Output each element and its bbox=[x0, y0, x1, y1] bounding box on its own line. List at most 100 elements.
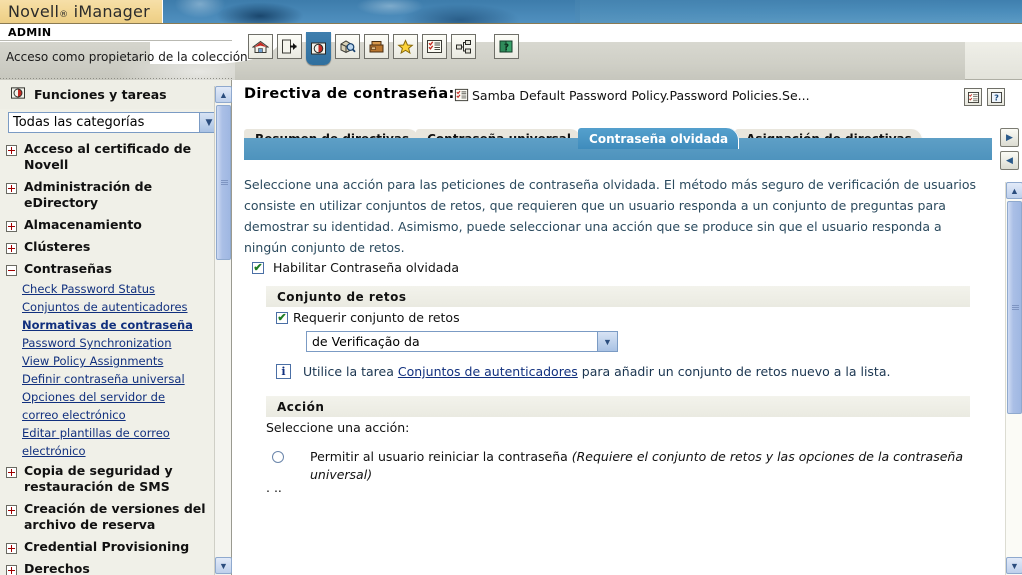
sidebar-link-password-synchronization[interactable]: Password Synchronization bbox=[22, 334, 200, 352]
scroll-thumb-grip bbox=[221, 179, 228, 185]
content-scrollbar[interactable]: ▲ ▼ bbox=[1005, 182, 1022, 575]
section-title: Conjunto de retos bbox=[277, 289, 407, 304]
expand-plus-icon[interactable] bbox=[6, 243, 17, 254]
page-header-tools: ? bbox=[964, 88, 1005, 106]
tree-node-label: Acceso al certificado de Novell bbox=[24, 141, 192, 172]
sidebar-scroll-up-button[interactable]: ▲ bbox=[215, 86, 232, 103]
action-option-main: Permitir al usuario reiniciar la contras… bbox=[310, 449, 572, 464]
action-option-row[interactable]: Permitir al usuario reiniciar la contras… bbox=[272, 448, 972, 484]
sidebar-link-password-policies[interactable]: Normativas de contraseña bbox=[22, 316, 200, 334]
page-title: Directiva de contraseña: bbox=[244, 86, 455, 102]
require-challenge-set-checkbox[interactable]: ✔ bbox=[276, 311, 288, 324]
sidebar-link-check-password-status[interactable]: Check Password Status bbox=[22, 280, 200, 298]
sidebar-scrollbar[interactable]: ▲ ▼ bbox=[214, 86, 232, 575]
content-scroll-up-button[interactable]: ▲ bbox=[1006, 182, 1022, 199]
favorites-star-icon[interactable] bbox=[393, 34, 418, 59]
collection-access-label: Acceso como propietario de la colección bbox=[6, 50, 248, 64]
product-logo-text: Novell® iManager bbox=[8, 2, 150, 21]
section-title: Acción bbox=[277, 399, 325, 414]
expand-plus-icon[interactable] bbox=[6, 183, 17, 194]
tree-node-file-versioning[interactable]: Creación de versiones del archivo de res… bbox=[0, 498, 214, 536]
enable-forgotten-password-checkbox[interactable]: ✔ bbox=[252, 261, 264, 274]
challenge-sets-link[interactable]: Conjuntos de autenticadores bbox=[398, 364, 578, 379]
page-title-row: Directiva de contraseña: Samba Default P… bbox=[232, 80, 1022, 110]
enable-forgotten-password-row[interactable]: ✔ Habilitar Contraseña olvidada bbox=[252, 260, 459, 275]
intro-paragraph: Seleccione una acción para las peticione… bbox=[244, 177, 977, 255]
require-challenge-set-row[interactable]: ✔ Requerir conjunto de retos bbox=[276, 310, 460, 325]
action-option-radio[interactable] bbox=[272, 451, 284, 463]
require-challenge-set-label: Requerir conjunto de retos bbox=[293, 310, 460, 325]
app-banner: Novell® iManager bbox=[0, 0, 1022, 24]
enable-forgotten-password-label: Habilitar Contraseña olvidada bbox=[273, 260, 460, 275]
tab-forgotten-password[interactable]: Contraseña olvidada bbox=[578, 128, 740, 149]
expand-plus-icon[interactable] bbox=[6, 565, 17, 575]
banner-artwork bbox=[160, 0, 580, 24]
expand-plus-icon[interactable] bbox=[6, 221, 17, 232]
sidebar-link-set-universal-password[interactable]: Definir contraseña universal bbox=[22, 370, 200, 388]
content-scroll-down-button[interactable]: ▼ bbox=[1006, 557, 1022, 574]
clipped-next-row: . .. bbox=[266, 490, 966, 502]
help-book-icon[interactable]: ? bbox=[494, 34, 519, 59]
expand-plus-icon[interactable] bbox=[6, 543, 17, 554]
checklist-icon[interactable] bbox=[422, 34, 447, 59]
tree-node-certificate-access[interactable]: Acceso al certificado de Novell bbox=[0, 138, 214, 176]
expand-plus-icon[interactable] bbox=[6, 467, 17, 478]
tree-node-label: Clústeres bbox=[24, 239, 91, 254]
roles-and-tasks-icon[interactable] bbox=[306, 32, 331, 65]
tree-node-edirectory-admin[interactable]: Administración de eDirectory bbox=[0, 176, 214, 214]
brand-name: Novell bbox=[8, 2, 60, 21]
tree-node-label: Administración de eDirectory bbox=[24, 179, 153, 210]
configure-icon[interactable] bbox=[364, 34, 389, 59]
select-action-prompt: Seleccione una acción: bbox=[266, 420, 410, 435]
section-header-action: Acción bbox=[266, 396, 970, 417]
sidebar-link-view-policy-assignments[interactable]: View Policy Assignments bbox=[22, 352, 200, 370]
exit-icon[interactable] bbox=[277, 34, 302, 59]
main-toolbar: ? bbox=[248, 32, 519, 65]
policy-view-icon[interactable] bbox=[964, 88, 982, 106]
home-icon[interactable] bbox=[248, 34, 273, 59]
tree-node-label: Credential Provisioning bbox=[24, 539, 190, 554]
object-view-icon[interactable] bbox=[335, 34, 360, 59]
expand-plus-icon[interactable] bbox=[6, 505, 17, 516]
challenge-set-hint-row: i Utilice la tarea Conjuntos de autentic… bbox=[276, 364, 890, 379]
check-icon: ✔ bbox=[253, 261, 263, 274]
sidebar-header: Funciones y tareas bbox=[0, 80, 231, 109]
tree-node-credential-provisioning[interactable]: Credential Provisioning bbox=[0, 536, 214, 558]
org-chart-icon[interactable] bbox=[451, 34, 476, 59]
tree-node-storage[interactable]: Almacenamiento bbox=[0, 214, 214, 236]
scroll-thumb-grip bbox=[1012, 304, 1019, 310]
action-option-text: Permitir al usuario reiniciar la contras… bbox=[310, 448, 972, 484]
scroll-up-icon: ▲ bbox=[219, 89, 228, 100]
help-question-icon[interactable]: ? bbox=[987, 88, 1005, 106]
collapse-minus-icon[interactable] bbox=[6, 265, 17, 276]
novell-imanager-logo-plate: Novell® iManager bbox=[0, 0, 163, 24]
check-icon: ✔ bbox=[277, 311, 287, 324]
scroll-up-icon: ▲ bbox=[1010, 185, 1019, 196]
chevron-down-icon: ▼ bbox=[597, 332, 617, 351]
category-select[interactable]: Todas las categorías ▼ bbox=[8, 112, 219, 133]
svg-text:?: ? bbox=[994, 92, 999, 102]
main-content-area: Directiva de contraseña: Samba Default P… bbox=[232, 80, 1022, 575]
tree-node-label: Creación de versiones del archivo de res… bbox=[24, 501, 206, 532]
tree-node-passwords[interactable]: Contraseñas bbox=[0, 258, 214, 280]
sidebar-link-email-server-options[interactable]: Opciones del servidor de correo electrón… bbox=[22, 388, 200, 424]
content-scroll-thumb[interactable] bbox=[1007, 201, 1022, 414]
challenge-set-hint-text: Utilice la tarea Conjuntos de autenticad… bbox=[303, 364, 890, 379]
hint-prefix: Utilice la tarea bbox=[303, 364, 398, 379]
page-object-name: Samba Default Password Policy.Password P… bbox=[472, 88, 810, 103]
tree-node-clusters[interactable]: Clústeres bbox=[0, 236, 214, 258]
nav-forward-button[interactable]: ▶ bbox=[1000, 128, 1019, 147]
banner-shade bbox=[575, 0, 1022, 24]
sidebar-link-edit-email-templates[interactable]: Editar plantillas de correo electrónico bbox=[22, 424, 200, 460]
sidebar-link-challenge-sets[interactable]: Conjuntos de autenticadores bbox=[22, 298, 200, 316]
tree-node-rights[interactable]: Derechos bbox=[0, 558, 214, 575]
sidebar-scroll-down-button[interactable]: ▼ bbox=[215, 557, 232, 574]
suite-name: iManager bbox=[73, 2, 150, 21]
expand-plus-icon[interactable] bbox=[6, 145, 17, 156]
tree-node-label: Derechos bbox=[24, 561, 90, 575]
registered-mark: ® bbox=[59, 10, 69, 20]
sidebar-scroll-thumb[interactable] bbox=[216, 105, 231, 260]
tree-node-sms-backup[interactable]: Copia de seguridad y restauración de SMS bbox=[0, 460, 214, 498]
roles-tree: Acceso al certificado de Novell Administ… bbox=[0, 138, 214, 575]
challenge-set-select[interactable]: de Verificação da ▼ bbox=[306, 331, 618, 352]
